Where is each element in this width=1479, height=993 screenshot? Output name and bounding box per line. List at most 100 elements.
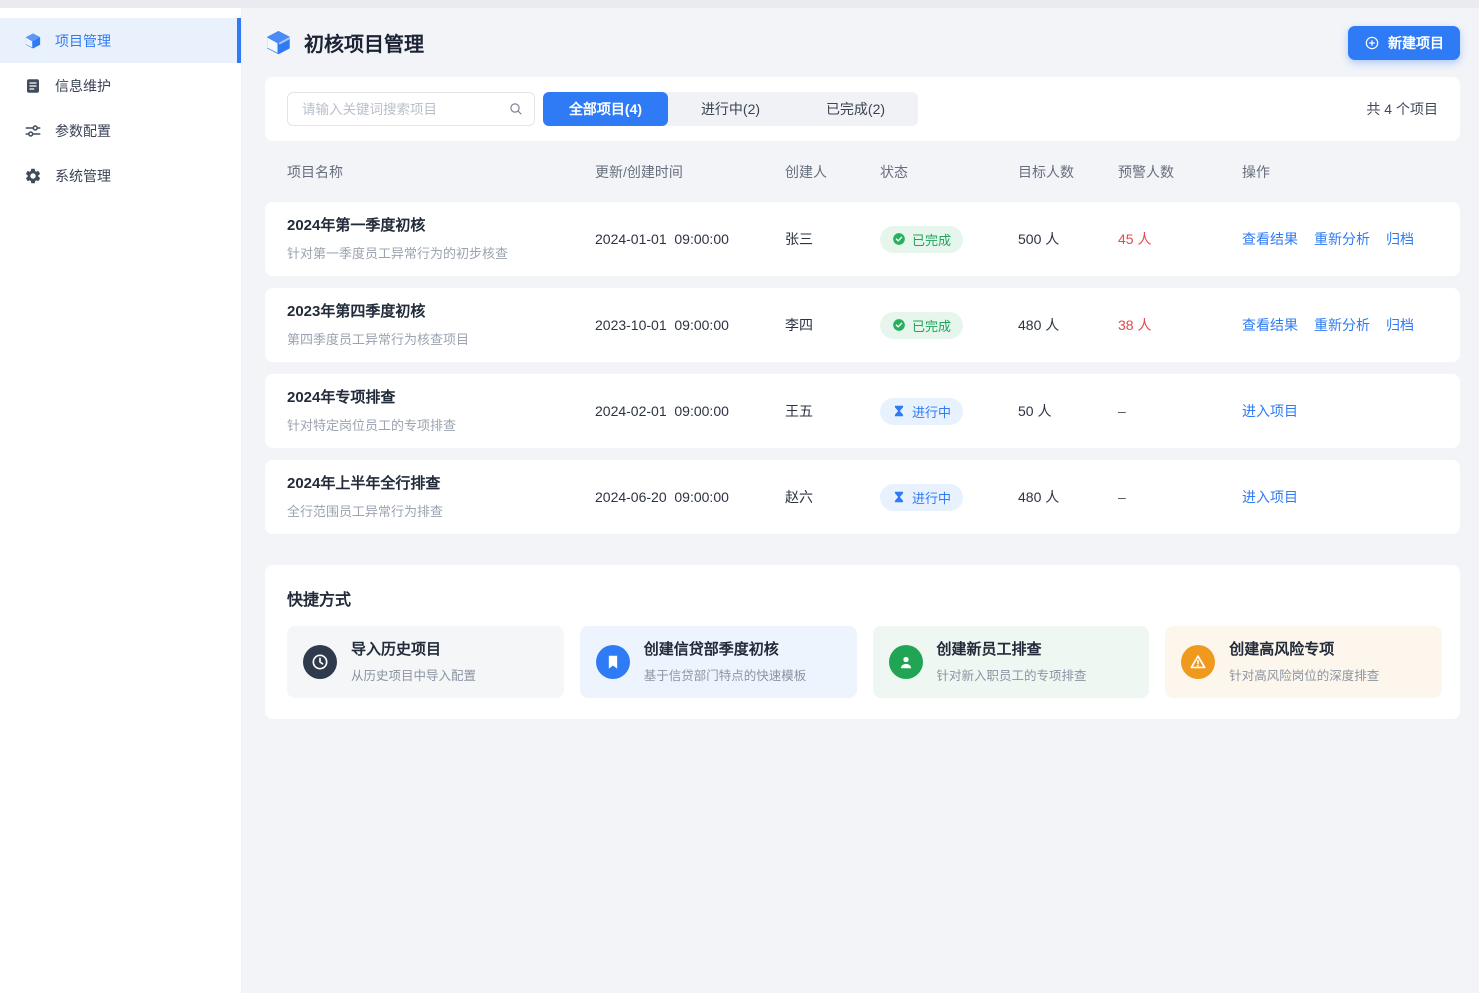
project-time: 2024-01-01 09:00:00 [595, 231, 785, 247]
status-cell: 已完成 [880, 226, 1018, 253]
status-label: 进行中 [912, 402, 951, 421]
gear-icon [24, 167, 42, 185]
project-time: 2024-02-01 09:00:00 [595, 403, 785, 419]
action-link[interactable]: 进入项目 [1242, 487, 1298, 507]
hourglass-icon [892, 490, 906, 504]
project-name-cell: 2024年第一季度初核 针对第一季度员工异常行为的初步核查 [287, 217, 595, 262]
page-title: 初核项目管理 [304, 28, 424, 57]
row-actions: 查看结果重新分析归档 [1242, 315, 1460, 335]
status-label: 已完成 [912, 316, 951, 335]
column-header-creator: 创建人 [785, 162, 880, 182]
action-link[interactable]: 重新分析 [1314, 229, 1370, 249]
shortcut-title: 创建新员工排查 [937, 641, 1087, 659]
sidebar-item-parameter-config[interactable]: 参数配置 [0, 108, 241, 153]
table-header-row: 项目名称 更新/创建时间 创建人 状态 目标人数 预警人数 操作 [265, 141, 1460, 202]
project-name-cell: 2024年上半年全行排查 全行范围员工异常行为排查 [287, 475, 595, 520]
main-content: 初核项目管理 新建项目 全部项目(4) [242, 8, 1479, 993]
sidebar-item-info-maintenance[interactable]: 信息维护 [0, 63, 241, 108]
bookmark-icon [596, 645, 630, 679]
column-header-target-count: 目标人数 [1018, 162, 1118, 182]
project-title: 2023年第四季度初核 [287, 303, 595, 321]
target-count: 480 人 [1018, 487, 1118, 507]
clock-icon [303, 645, 337, 679]
column-header-actions: 操作 [1242, 162, 1460, 182]
status-cell: 进行中 [880, 398, 1018, 425]
tab-completed[interactable]: 已完成(2) [793, 92, 918, 126]
project-title: 2024年上半年全行排查 [287, 475, 595, 493]
page-header: 初核项目管理 新建项目 [265, 8, 1460, 77]
new-project-button-label: 新建项目 [1388, 33, 1444, 53]
sidebar-item-label: 系统管理 [55, 166, 111, 186]
shortcut-text: 创建高风险专项 针对高风险岗位的深度排查 [1229, 641, 1379, 684]
check-circle-icon [892, 232, 906, 246]
column-header-update-time: 更新/创建时间 [595, 162, 785, 182]
cube-logo-icon [265, 29, 292, 56]
tab-label: 全部项目(4) [569, 99, 642, 119]
shortcut-text: 创建信贷部季度初核 基于信贷部门特点的快速模板 [644, 641, 807, 684]
sidebar-item-system-management[interactable]: 系统管理 [0, 153, 241, 198]
table-row: 2024年第一季度初核 针对第一季度员工异常行为的初步核查 2024-01-01… [265, 202, 1460, 276]
hourglass-icon [892, 404, 906, 418]
column-header-project-name: 项目名称 [287, 162, 595, 182]
warning-count: – [1118, 403, 1242, 419]
table-row: 2024年上半年全行排查 全行范围员工异常行为排查 2024-06-20 09:… [265, 460, 1460, 534]
project-description: 针对特定岗位员工的专项排查 [287, 415, 595, 434]
sidebar-item-project-management[interactable]: 项目管理 [0, 18, 241, 63]
document-icon [24, 77, 42, 95]
shortcut-title: 导入历史项目 [351, 641, 476, 659]
plus-circle-icon [1364, 35, 1380, 51]
toolbar: 全部项目(4) 进行中(2) 已完成(2) 共 4 个项目 [265, 77, 1460, 141]
action-link[interactable]: 归档 [1386, 229, 1414, 249]
project-filter-tabs: 全部项目(4) 进行中(2) 已完成(2) [543, 92, 918, 126]
status-cell: 已完成 [880, 312, 1018, 339]
status-cell: 进行中 [880, 484, 1018, 511]
tab-all-projects[interactable]: 全部项目(4) [543, 92, 668, 126]
sidebar: 项目管理 信息维护 参数配置 [0, 8, 242, 993]
shortcut-text: 创建新员工排查 针对新入职员工的专项排查 [937, 641, 1087, 684]
new-project-button[interactable]: 新建项目 [1348, 26, 1460, 60]
project-time: 2023-10-01 09:00:00 [595, 317, 785, 333]
row-actions: 查看结果重新分析归档 [1242, 229, 1460, 249]
status-badge: 已完成 [880, 226, 963, 253]
shortcut-description: 基于信贷部门特点的快速模板 [644, 665, 807, 684]
tab-in-progress[interactable]: 进行中(2) [668, 92, 793, 126]
project-creator: 王五 [785, 401, 880, 421]
action-link[interactable]: 重新分析 [1314, 315, 1370, 335]
action-link[interactable]: 进入项目 [1242, 401, 1298, 421]
shortcut-text: 导入历史项目 从历史项目中导入配置 [351, 641, 476, 684]
search-box [287, 92, 535, 126]
shortcuts-section: 快捷方式 导入历史项目 从历史项目中导入配置 [265, 565, 1460, 719]
search-icon[interactable] [508, 101, 524, 117]
shortcut-import-history-project[interactable]: 导入历史项目 从历史项目中导入配置 [287, 626, 564, 698]
status-label: 已完成 [912, 230, 951, 249]
status-badge: 进行中 [880, 398, 963, 425]
project-creator: 张三 [785, 229, 880, 249]
search-input[interactable] [300, 101, 508, 118]
shortcut-create-new-employee-screening[interactable]: 创建新员工排查 针对新入职员工的专项排查 [873, 626, 1150, 698]
column-header-warning-count: 预警人数 [1118, 162, 1242, 182]
action-link[interactable]: 查看结果 [1242, 229, 1298, 249]
project-creator: 李四 [785, 315, 880, 335]
shortcut-description: 针对新入职员工的专项排查 [937, 665, 1087, 684]
column-header-status: 状态 [880, 162, 1018, 182]
shortcut-create-high-risk-special[interactable]: 创建高风险专项 针对高风险岗位的深度排查 [1165, 626, 1442, 698]
project-title: 2024年第一季度初核 [287, 217, 595, 235]
shortcut-title: 创建信贷部季度初核 [644, 641, 807, 659]
shortcuts-title: 快捷方式 [287, 586, 1442, 610]
status-label: 进行中 [912, 488, 951, 507]
status-badge: 已完成 [880, 312, 963, 339]
row-actions: 进入项目 [1242, 487, 1460, 507]
project-title: 2024年专项排查 [287, 389, 595, 407]
person-icon [889, 645, 923, 679]
action-link[interactable]: 查看结果 [1242, 315, 1298, 335]
tab-label: 进行中(2) [701, 99, 760, 119]
shortcut-create-credit-dept-review[interactable]: 创建信贷部季度初核 基于信贷部门特点的快速模板 [580, 626, 857, 698]
check-circle-icon [892, 318, 906, 332]
sidebar-item-label: 项目管理 [55, 31, 111, 51]
action-link[interactable]: 归档 [1386, 315, 1414, 335]
project-name-cell: 2024年专项排查 针对特定岗位员工的专项排查 [287, 389, 595, 434]
target-count: 480 人 [1018, 315, 1118, 335]
table-row: 2024年专项排查 针对特定岗位员工的专项排查 2024-02-01 09:00… [265, 374, 1460, 448]
window-top-strip [0, 0, 1479, 8]
warning-count: 38 人 [1118, 315, 1242, 335]
